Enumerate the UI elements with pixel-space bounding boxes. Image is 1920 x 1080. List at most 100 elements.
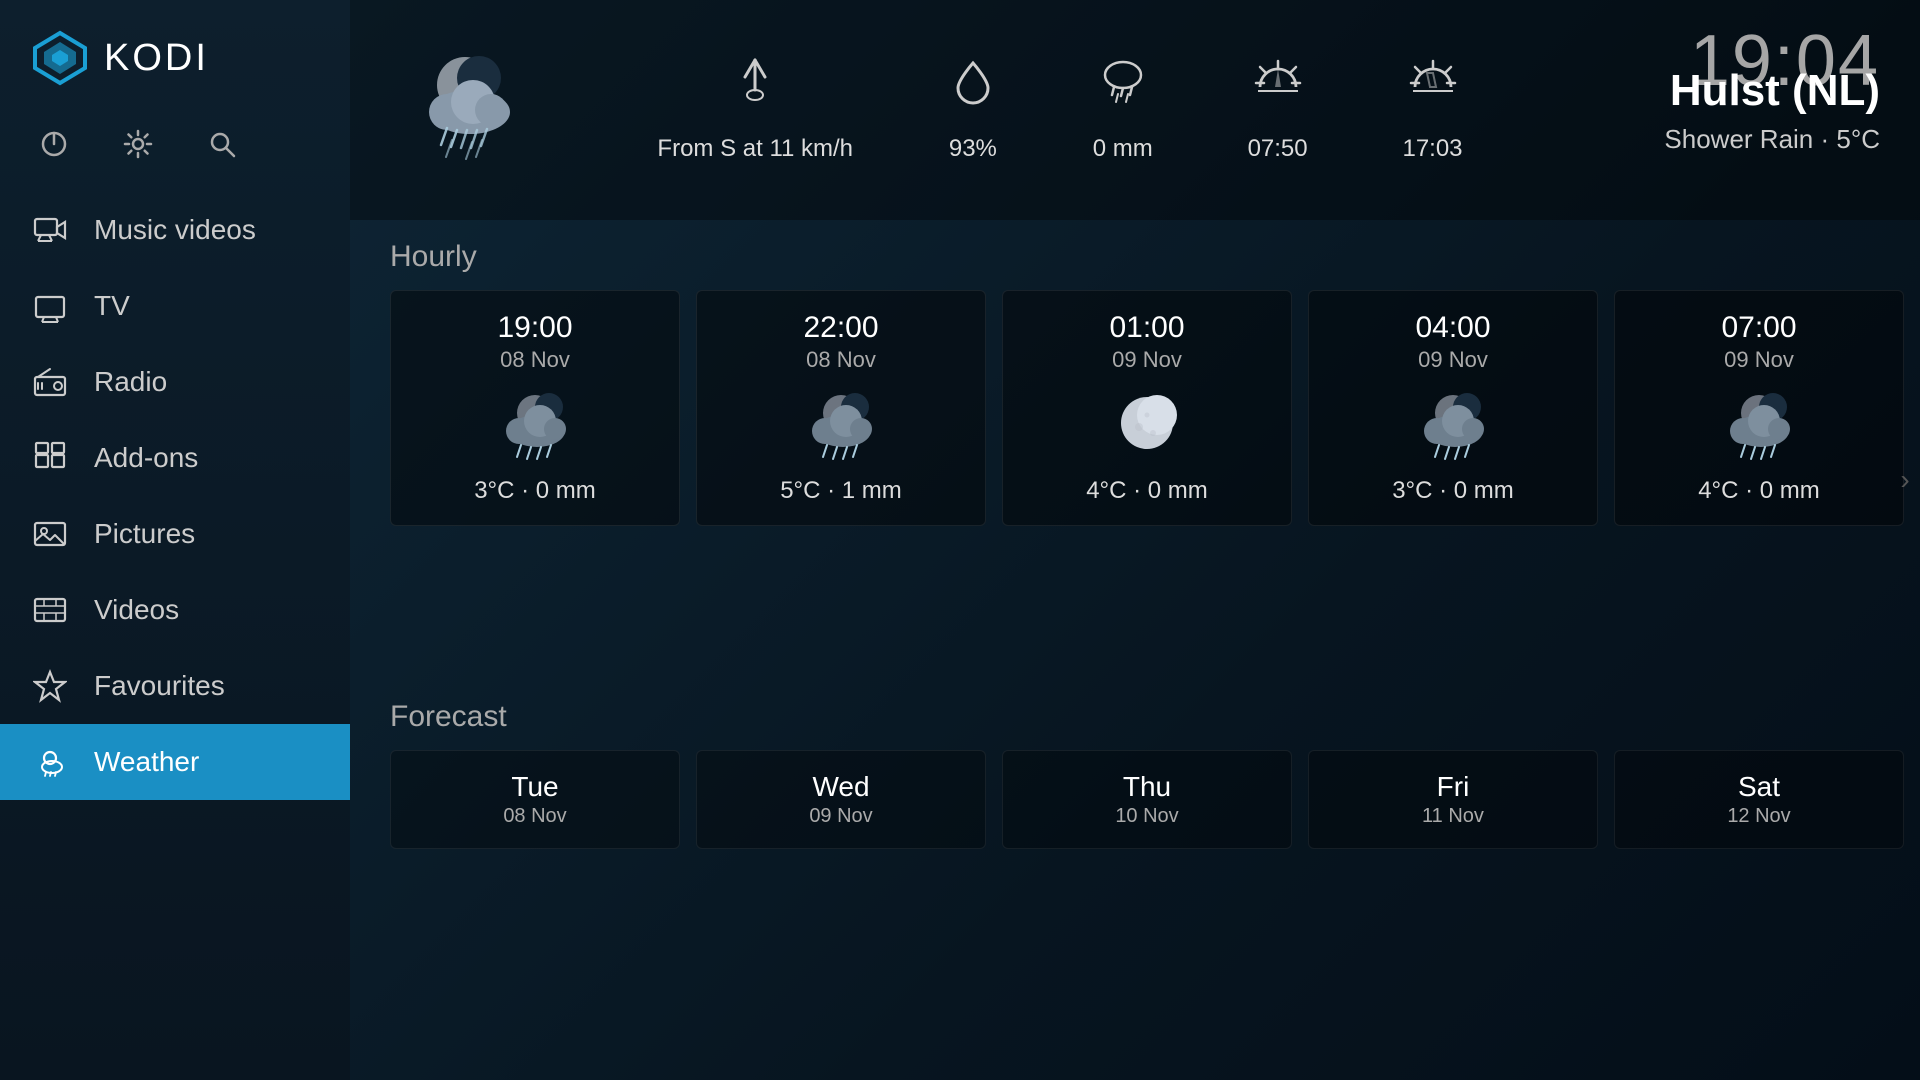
sidebar-label-favourites: Favourites <box>94 670 225 702</box>
sidebar-item-pictures[interactable]: Pictures <box>0 496 350 572</box>
forecast-date-1: 09 Nov <box>809 805 872 828</box>
hourly-card-1: 22:00 08 Nov 5 <box>696 290 986 526</box>
hourly-date-2: 09 Nov <box>1112 347 1182 373</box>
wind-value: From S at 11 km/h <box>657 133 853 164</box>
hourly-card-4: 07:00 09 Nov 4 <box>1614 290 1904 526</box>
hourly-label: Hourly <box>350 220 1920 290</box>
forecast-card-3: Fri 11 Nov <box>1308 750 1598 849</box>
sidebar-item-add-ons[interactable]: Add-ons <box>0 420 350 496</box>
wind-detail: From S at 11 km/h <box>657 55 853 164</box>
sidebar-label-weather: Weather <box>94 746 199 778</box>
videos-icon <box>30 590 70 630</box>
hourly-icon-0 <box>485 385 585 465</box>
hourly-temp-3: 3°C · 0 mm <box>1392 477 1514 505</box>
forecast-date-2: 10 Nov <box>1115 805 1178 828</box>
forecast-cards: Tue 08 Nov Wed 09 Nov Thu 10 Nov Fri 11 … <box>350 750 1920 849</box>
music-videos-icon <box>30 210 70 250</box>
forecast-card-4: Sat 12 Nov <box>1614 750 1904 849</box>
current-weather-icon <box>390 35 540 185</box>
forecast-card-0: Tue 08 Nov <box>390 750 680 849</box>
addons-icon <box>30 438 70 478</box>
power-icon[interactable] <box>36 126 72 162</box>
sidebar: KODI <box>0 0 350 1080</box>
precipitation-detail: 0 mm <box>1093 55 1153 164</box>
radio-icon <box>30 362 70 402</box>
logo-area: KODI <box>0 0 350 116</box>
hourly-temp-2: 4°C · 0 mm <box>1086 477 1208 505</box>
hourly-card-0: 19:00 08 Nov 3 <box>390 290 680 526</box>
hourly-icon-2 <box>1097 385 1197 465</box>
forecast-card-2: Thu 10 Nov <box>1002 750 1292 849</box>
sunset-icon <box>1405 55 1461 117</box>
search-icon[interactable] <box>204 126 240 162</box>
humidity-icon <box>948 55 998 117</box>
forecast-section: Forecast Tue 08 Nov Wed 09 Nov Thu 10 No… <box>350 680 1920 849</box>
hourly-temp-0: 3°C · 0 mm <box>474 477 596 505</box>
forecast-day-1: Wed <box>812 771 869 803</box>
sunset-detail: 17:03 <box>1402 55 1462 164</box>
forecast-day-4: Sat <box>1738 771 1780 803</box>
location-name: Hulst (NL) <box>1580 66 1880 116</box>
sidebar-item-radio[interactable]: Radio <box>0 344 350 420</box>
weather-details-bar: From S at 11 km/h 93% <box>570 55 1550 164</box>
forecast-card-1: Wed 09 Nov <box>696 750 986 849</box>
forecast-day-2: Thu <box>1123 771 1171 803</box>
current-weather-panel: From S at 11 km/h 93% <box>350 0 1920 220</box>
hourly-time-1: 22:00 <box>803 311 878 345</box>
hourly-date-4: 09 Nov <box>1724 347 1794 373</box>
sidebar-item-music-videos[interactable]: Music videos <box>0 192 350 268</box>
sidebar-item-videos[interactable]: Videos <box>0 572 350 648</box>
humidity-value: 93% <box>949 133 997 164</box>
sunset-value: 17:03 <box>1402 133 1462 164</box>
settings-icon[interactable] <box>120 126 156 162</box>
wind-icon <box>730 55 780 117</box>
sidebar-label-tv: TV <box>94 290 130 322</box>
hourly-time-3: 04:00 <box>1415 311 1490 345</box>
hourly-time-4: 07:00 <box>1721 311 1796 345</box>
sidebar-label-radio: Radio <box>94 366 167 398</box>
forecast-day-3: Fri <box>1437 771 1470 803</box>
hourly-temp-4: 4°C · 0 mm <box>1698 477 1820 505</box>
hourly-section: Hourly 19:00 08 Nov <box>350 220 1920 526</box>
hourly-time-2: 01:00 <box>1109 311 1184 345</box>
tv-icon <box>30 286 70 326</box>
sidebar-item-favourites[interactable]: Favourites <box>0 648 350 724</box>
scroll-right-indicator[interactable]: › <box>1890 450 1920 510</box>
humidity-detail: 93% <box>948 55 998 164</box>
hourly-date-1: 08 Nov <box>806 347 876 373</box>
kodi-logo-icon <box>30 28 90 88</box>
forecast-label: Forecast <box>350 680 1920 750</box>
sidebar-label-videos: Videos <box>94 594 179 626</box>
sidebar-label-pictures: Pictures <box>94 518 195 550</box>
sidebar-label-add-ons: Add-ons <box>94 442 198 474</box>
hourly-cards: 19:00 08 Nov 3 <box>350 290 1920 526</box>
location-info: Hulst (NL) Shower Rain · 5°C <box>1580 66 1880 155</box>
hourly-icon-3 <box>1403 385 1503 465</box>
sidebar-item-weather[interactable]: Weather <box>0 724 350 800</box>
forecast-date-3: 11 Nov <box>1422 805 1484 828</box>
location-condition: Shower Rain · 5°C <box>1580 124 1880 155</box>
hourly-date-3: 09 Nov <box>1418 347 1488 373</box>
hourly-time-0: 19:00 <box>497 311 572 345</box>
hourly-icon-4 <box>1709 385 1809 465</box>
nav-menu: Music videos TV <box>0 192 350 1080</box>
sidebar-label-music-videos: Music videos <box>94 214 256 246</box>
hourly-card-2: 01:00 09 Nov 4°C · 0 mm <box>1002 290 1292 526</box>
sidebar-item-tv[interactable]: TV <box>0 268 350 344</box>
precipitation-value: 0 mm <box>1093 133 1153 164</box>
sunrise-icon <box>1250 55 1306 117</box>
top-icons-bar <box>0 116 350 192</box>
hourly-icon-1 <box>791 385 891 465</box>
hourly-card-3: 04:00 09 Nov 3 <box>1308 290 1598 526</box>
app-name: KODI <box>104 37 209 80</box>
sunrise-detail: 07:50 <box>1248 55 1308 164</box>
hourly-temp-1: 5°C · 1 mm <box>780 477 902 505</box>
precipitation-icon <box>1096 55 1150 117</box>
weather-nav-icon <box>30 742 70 782</box>
forecast-day-0: Tue <box>511 771 558 803</box>
pictures-icon <box>30 514 70 554</box>
favourites-icon <box>30 666 70 706</box>
forecast-date-4: 12 Nov <box>1727 805 1790 828</box>
hourly-date-0: 08 Nov <box>500 347 570 373</box>
sunrise-value: 07:50 <box>1248 133 1308 164</box>
